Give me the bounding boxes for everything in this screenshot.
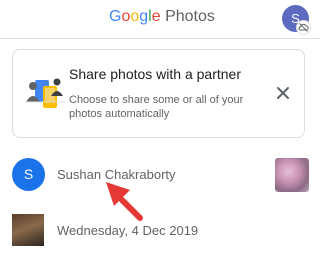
logo-letter: g xyxy=(139,8,149,25)
partner-avatar: S xyxy=(12,158,45,191)
logo-letter: G xyxy=(109,8,122,25)
photo-thumbnail[interactable] xyxy=(12,214,44,246)
partner-sharing-illustration xyxy=(23,72,67,116)
partner-share-row[interactable]: S Sushan Chakraborty xyxy=(0,150,320,200)
shared-photo-thumbnail[interactable] xyxy=(275,158,309,192)
card-title: Share photos with a partner xyxy=(69,66,241,82)
google-wordmark: Google xyxy=(109,8,161,25)
date-heading: Wednesday, 4 Dec 2019 xyxy=(57,223,199,238)
close-icon[interactable] xyxy=(275,85,291,101)
arrow-icon xyxy=(100,178,148,222)
app-header: Google Photos S xyxy=(0,0,320,40)
logo-letter: e xyxy=(151,8,161,25)
logo-letter: o xyxy=(130,8,140,25)
header-divider xyxy=(0,38,320,39)
cloud-off-icon xyxy=(297,21,310,34)
partner-sharing-card[interactable]: Share photos with a partner Choose to sh… xyxy=(12,49,305,138)
google-photos-logo: Google Photos xyxy=(109,8,215,26)
logo-suffix: Photos xyxy=(160,8,215,25)
card-description: Choose to share some or all of your phot… xyxy=(69,94,244,120)
date-row: Wednesday, 4 Dec 2019 xyxy=(0,210,320,250)
